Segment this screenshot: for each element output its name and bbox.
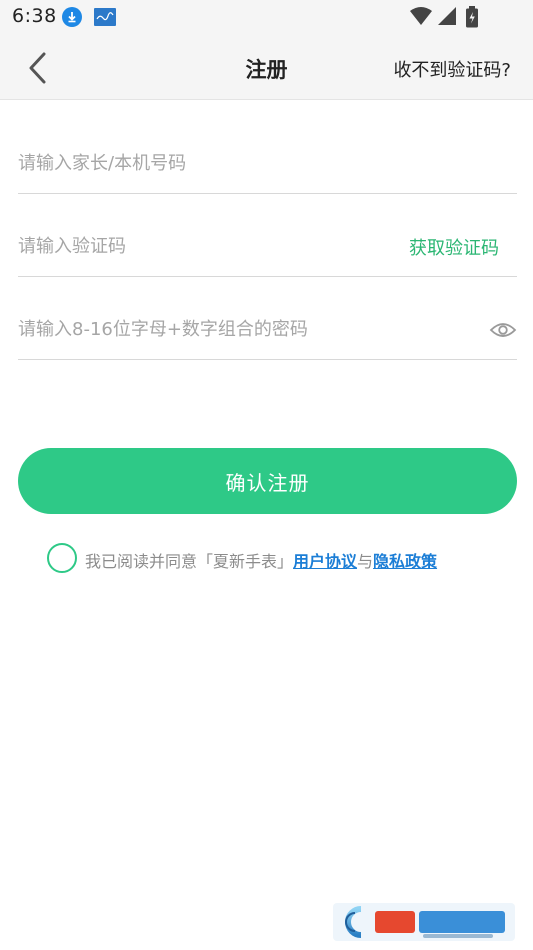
agree-checkbox[interactable] — [47, 543, 77, 573]
password-field — [18, 300, 517, 360]
confirm-register-button[interactable]: 确认注册 — [18, 448, 517, 514]
signal-icon — [438, 7, 456, 25]
nav-bar: 注册 收不到验证码? — [0, 34, 533, 100]
privacy-policy-link[interactable]: 隐私政策 — [373, 552, 437, 571]
phone-field — [18, 134, 517, 194]
user-agreement-link[interactable]: 用户协议 — [293, 552, 357, 571]
agreement-conjunction: 与 — [357, 552, 374, 571]
watermark-logo — [333, 903, 515, 941]
agreement-row: 我已阅读并同意「夏新手表」用户协议与隐私政策 — [47, 543, 517, 573]
code-not-received-link[interactable]: 收不到验证码? — [393, 56, 511, 82]
battery-charging-icon — [466, 6, 478, 28]
back-button[interactable] — [18, 48, 58, 88]
download-icon — [62, 7, 82, 27]
wifi-icon — [410, 7, 432, 25]
eye-icon[interactable] — [489, 320, 517, 340]
agreement-text: 我已阅读并同意「夏新手表」用户协议与隐私政策 — [85, 548, 437, 572]
get-code-button[interactable]: 获取验证码 — [409, 234, 499, 260]
chevron-left-icon — [29, 52, 46, 84]
password-input[interactable] — [18, 300, 378, 358]
verification-code-input[interactable] — [18, 217, 378, 275]
verification-code-field: 获取验证码 — [18, 217, 517, 277]
status-bar: 6:38 — [0, 0, 533, 34]
phone-input[interactable] — [18, 134, 378, 192]
status-time: 6:38 — [12, 5, 57, 27]
agreement-prefix: 我已阅读并同意「夏新手表」 — [85, 552, 294, 571]
app-notification-icon — [94, 8, 116, 26]
